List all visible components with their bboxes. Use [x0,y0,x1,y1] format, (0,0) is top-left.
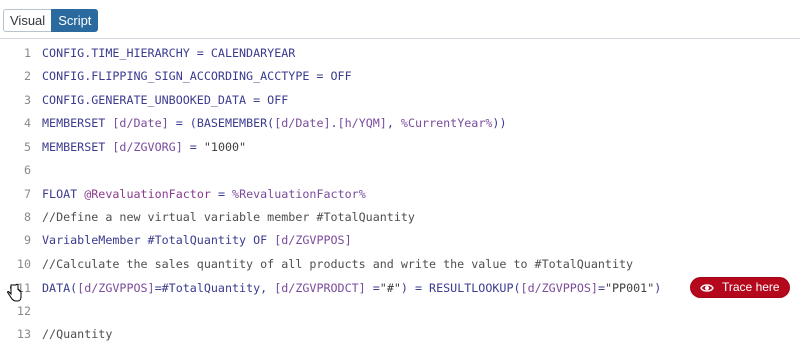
code-line[interactable]: 10 //Calculate the sales quantity of all … [0,253,800,276]
code-token: [h/YQM] [337,116,387,130]
code-text: //Quantity [42,323,112,343]
code-text: DATA([d/ZGVPPOS]=#TotalQuantity, [d/ZGVP… [42,277,661,300]
eye-icon [700,283,714,292]
code-token: VariableMember #TotalQuantity OF [42,233,275,247]
code-token: %RevaluationFactor% [232,187,366,201]
line-number: 7 [23,187,31,201]
code-line[interactable]: 9 VariableMember #TotalQuantity OF [d/ZGV… [0,229,800,252]
code-token: MEMBERSET [42,140,113,154]
code-token: [d/ZGVPRODCT] [274,281,366,295]
line-number: 3 [23,93,31,107]
code-line[interactable]: 8 //Define a new virtual variable member … [0,206,800,229]
tab-script[interactable]: Script [51,9,99,32]
code-token: [d/Date] [112,116,169,130]
tab-visual[interactable]: Visual [3,9,52,32]
code-token: , [386,116,401,130]
code-token: //Define a new virtual variable member #… [42,210,415,224]
code-text: //Define a new virtual variable member #… [42,206,415,229]
code-line[interactable]: 5 MEMBERSET [d/ZGVORG] = "1000" [0,136,800,159]
code-token: = [210,187,233,201]
code-token: [d/ZGVPPOS] [274,233,352,247]
code-token: = [365,281,380,295]
code-token: //Quantity [42,327,113,341]
line-number: 10 [16,257,31,271]
code-token: = (BASEMEMBER( [168,116,275,130]
code-line[interactable]: 4 MEMBERSET [d/Date] = (BASEMEMBER([d/Dat… [0,112,800,135]
view-toggle: Visual Script [3,9,99,32]
code-token: "1000" [203,140,247,154]
code-text: CONFIG.TIME_HIERARCHY = CALENDARYEAR [42,42,295,65]
code-token: =#TotalQuantity, [154,281,275,295]
code-line[interactable]: 12 [0,300,800,323]
code-token: //Calculate the sales quantity of all pr… [42,257,634,271]
code-token: ) [654,281,662,295]
code-token: = [597,281,605,295]
line-number: 2 [23,69,31,83]
code-token: DATA( [42,281,78,295]
code-token: CONFIG.TIME_HIERARCHY = CALENDARYEAR [42,46,296,60]
code-token: CONFIG.GENERATE_UNBOOKED_DATA = OFF [42,93,289,107]
code-token: [d/Date] [274,116,331,130]
code-token: %CurrentYear% [400,116,493,130]
script-editor[interactable]: 1 CONFIG.TIME_HIERARCHY = CALENDARYEAR 2 CO… [0,39,800,343]
code-line[interactable]: 11 DATA([d/ZGVPPOS]=#TotalQuantity, [d/ZG… [0,277,800,300]
code-text: VariableMember #TotalQuantity OF [d/ZGVP… [42,229,352,252]
trace-here-button[interactable]: Trace here [691,278,789,297]
line-number: 9 [23,233,31,247]
code-token: @RevaluationFactor [84,187,211,201]
code-token: "#" [379,281,401,295]
code-token: [d/ZGVORG] [112,140,183,154]
code-line[interactable]: 3 CONFIG.GENERATE_UNBOOKED_DATA = OFF [0,89,800,112]
code-token: . [330,116,338,130]
line-number: 6 [23,163,31,177]
code-text: MEMBERSET [d/Date] = (BASEMEMBER([d/Date… [42,112,506,135]
code-text: CONFIG.FLIPPING_SIGN_ACCORDING_ACCTYPE =… [42,65,352,88]
line-number: 8 [23,210,31,224]
line-number: 4 [23,116,31,130]
code-text: FLOAT @RevaluationFactor = %RevaluationF… [42,183,366,206]
code-line[interactable]: 1 CONFIG.TIME_HIERARCHY = CALENDARYEAR [0,42,800,65]
code-token: = [182,140,204,154]
line-number: 5 [23,140,31,154]
code-line[interactable]: 6 [0,159,800,182]
line-number: 1 [23,46,31,60]
code-text: //Calculate the sales quantity of all pr… [42,253,633,276]
code-token: "PP001" [604,281,655,295]
code-text: MEMBERSET [d/ZGVORG] = "1000" [42,136,246,159]
hand-cursor-icon [7,283,22,302]
code-token: MEMBERSET [42,116,113,130]
code-token: CONFIG.FLIPPING_SIGN_ACCORDING_ACCTYPE =… [42,69,352,83]
trace-here-label: Trace here [722,280,780,294]
code-line[interactable]: 13 //Quantity [0,323,800,343]
code-token: FLOAT [42,187,85,201]
code-token: [d/ZGVPPOS] [520,281,598,295]
code-line[interactable]: 7 FLOAT @RevaluationFactor = %Revaluation… [0,183,800,206]
line-number: 12 [16,304,31,318]
code-token: ) = RESULTLOOKUP( [400,281,521,295]
code-text: CONFIG.GENERATE_UNBOOKED_DATA = OFF [42,89,288,112]
line-number: 13 [16,327,31,341]
code-token: )) [492,116,507,130]
code-line[interactable]: 2 CONFIG.FLIPPING_SIGN_ACCORDING_ACCTYPE … [0,65,800,88]
code-token: [d/ZGVPPOS] [77,281,155,295]
